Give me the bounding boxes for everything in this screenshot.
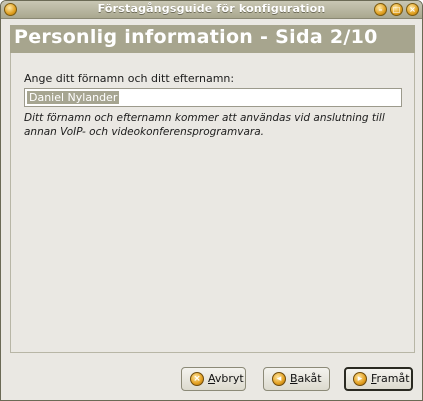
name-input-value[interactable]: Daniel Nylander [27,91,120,104]
name-input[interactable]: Daniel Nylander [24,88,402,107]
next-button-label: Framåt [371,372,410,385]
page-header: Personlig information - Sida 2/10 [10,25,415,53]
back-button[interactable]: ◂ Bakåt [263,367,330,391]
name-field-label: Ange ditt förnamn och ditt efternamn: [24,72,235,85]
title-bar[interactable]: Förstagångsguide för konfiguration – □ × [1,1,422,19]
setup-wizard-window: Förstagångsguide för konfiguration – □ ×… [0,0,423,401]
cancel-icon: × [190,372,204,386]
page-title: Personlig information - Sida 2/10 [14,26,378,48]
forward-arrow-icon: ▸ [353,372,367,386]
cancel-button-label: Avbryt [208,372,244,385]
name-hint-text: Ditt förnamn och efternamn kommer att an… [24,112,385,138]
content-panel: Ange ditt förnamn och ditt efternamn: Da… [10,53,415,353]
minimize-icon[interactable]: – [374,3,387,16]
cancel-button[interactable]: × Avbryt [181,367,246,391]
close-icon[interactable]: × [406,3,419,16]
next-button[interactable]: ▸ Framåt [344,367,413,391]
back-arrow-icon: ◂ [272,372,286,386]
window-title: Förstagångsguide för konfiguration [97,2,326,15]
maximize-icon[interactable]: □ [390,3,403,16]
back-button-label: Bakåt [290,372,322,385]
